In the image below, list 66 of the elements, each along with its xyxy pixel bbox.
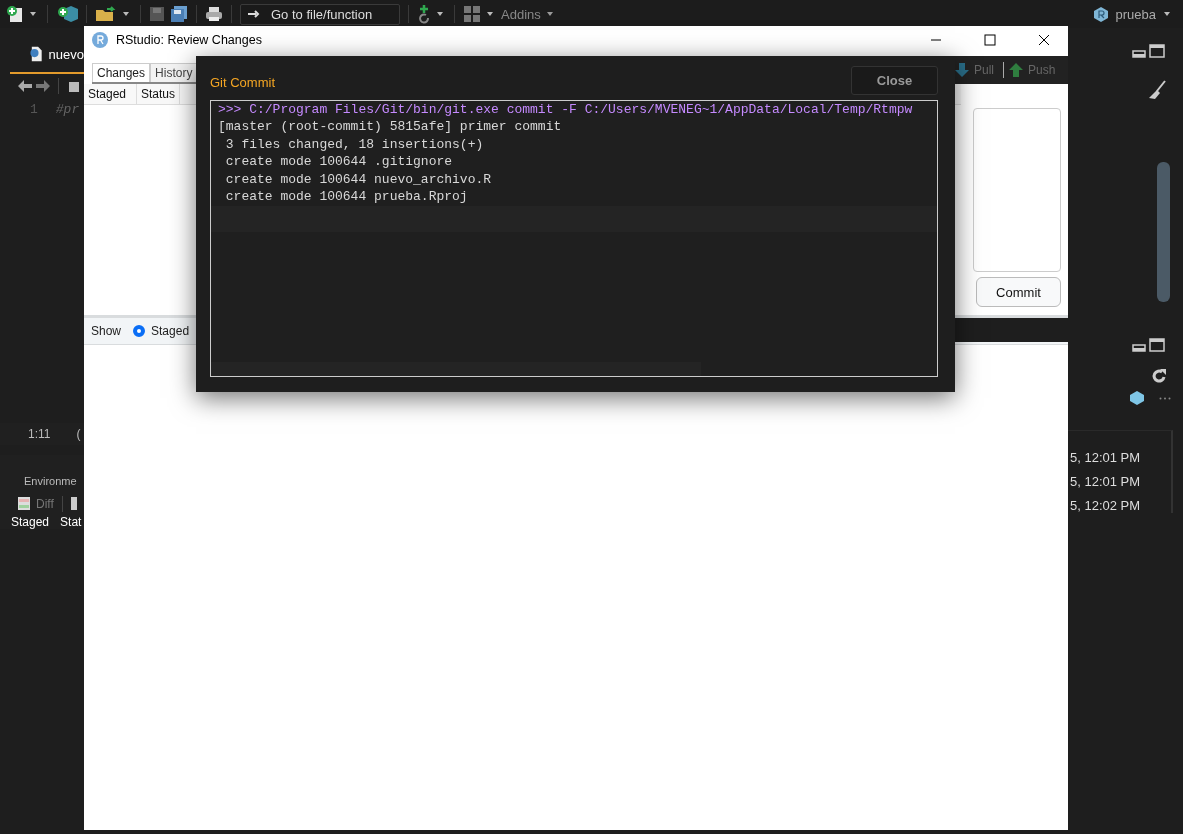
caret-icon[interactable] — [1163, 11, 1171, 17]
console-line: create mode 100644 .gitignore — [224, 153, 454, 171]
caret-icon[interactable] — [545, 11, 554, 17]
dialog-title: Git Commit — [210, 73, 275, 90]
caret-icon[interactable] — [122, 11, 130, 17]
commit-time: 5, 12:02 PM — [1069, 498, 1142, 513]
open-folder-icon[interactable] — [95, 5, 117, 23]
commit-time: 5, 12:01 PM — [1069, 450, 1142, 465]
caret-icon[interactable] — [29, 11, 37, 17]
maximize-icon[interactable] — [984, 34, 996, 46]
commit-message-field[interactable] — [973, 108, 1061, 272]
maximize-pane-icon[interactable] — [1149, 338, 1165, 352]
diff-icon — [18, 497, 30, 510]
print-icon[interactable] — [205, 6, 223, 22]
forward-arrow-icon[interactable] — [36, 80, 50, 92]
column-header: Stat — [60, 514, 82, 529]
down-arrow-icon[interactable] — [955, 63, 969, 77]
broom-icon[interactable] — [1147, 80, 1167, 100]
new-project-icon[interactable] — [56, 5, 78, 23]
up-arrow-icon[interactable] — [1009, 63, 1023, 77]
minimize-pane-icon[interactable] — [1132, 50, 1146, 58]
close-icon[interactable] — [1038, 34, 1050, 46]
tab[interactable]: History — [150, 63, 198, 82]
r-file-icon — [30, 46, 43, 62]
commit-time: 5, 12:01 PM — [1069, 474, 1142, 489]
diff-button[interactable]: Diff — [34, 496, 54, 511]
console-line: >>> C:/Program Files/Git/bin/git.exe commit -F C:/Users/MVENEG~1/AppData/Local/Temp/Rtmpw — [218, 101, 914, 119]
project-menu[interactable]: prueba — [1113, 6, 1158, 22]
cursor-position: 1:11 — [28, 426, 51, 441]
caret-icon[interactable] — [486, 11, 494, 17]
console-line: 3 files changed, 18 insertions(+) — [224, 135, 485, 154]
go-to-file-field[interactable]: Go to file/function — [240, 3, 400, 25]
console-line: create mode 100644 nuevo_archivo.R — [224, 170, 493, 189]
r-cube-icon — [1129, 390, 1145, 406]
console-line: create mode 100644 prueba.Rproj — [224, 188, 469, 206]
column-header: Staged — [84, 84, 137, 104]
code-line: #pr — [55, 102, 80, 117]
r-cube-icon — [1092, 5, 1109, 23]
arrow-icon — [248, 9, 260, 18]
minimize-pane-icon[interactable] — [1132, 344, 1146, 352]
addins-menu[interactable]: Addins — [501, 6, 541, 22]
column-header: Staged — [11, 514, 50, 529]
save-icon[interactable] — [149, 6, 165, 22]
file-type-label: ( — [76, 426, 81, 441]
save-all-icon[interactable] — [170, 5, 188, 23]
window-title: RStudio: Review Changes — [116, 33, 262, 47]
horizontal-scrollbar[interactable] — [211, 362, 701, 376]
rstudio-logo-icon — [92, 32, 108, 48]
new-file-icon[interactable] — [6, 5, 24, 23]
column-header: Status — [137, 84, 181, 104]
version-control-icon[interactable] — [417, 4, 431, 24]
radio-button[interactable] — [133, 325, 146, 337]
console-line: [master (root-commit) 5815afe] primer commit — [218, 118, 563, 136]
grid-layout-icon[interactable] — [463, 5, 481, 23]
refresh-icon[interactable] — [1151, 368, 1167, 384]
commit-button[interactable]: Commit — [976, 277, 1061, 307]
more-icon[interactable] — [1159, 396, 1171, 400]
environment-tab[interactable]: Environme — [24, 474, 77, 487]
caret-icon[interactable] — [436, 11, 444, 17]
show-label: Show — [90, 324, 123, 338]
scrollbar[interactable] — [1157, 162, 1170, 302]
staged-radio[interactable]: Staged — [133, 324, 190, 338]
maximize-pane-icon[interactable] — [1149, 44, 1165, 58]
back-arrow-icon[interactable] — [18, 80, 32, 92]
close-button[interactable]: Close — [851, 65, 938, 95]
tab[interactable]: Changes — [92, 63, 151, 82]
